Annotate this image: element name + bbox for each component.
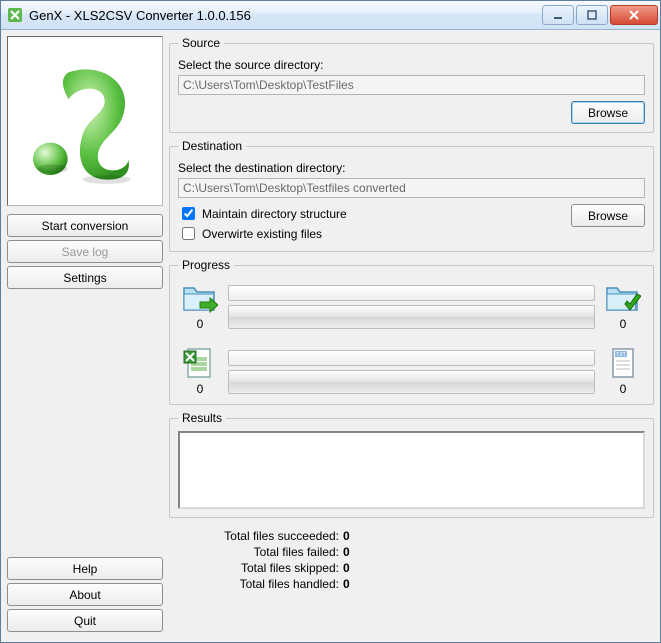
total-skipped-value: 0 bbox=[343, 560, 350, 576]
about-button[interactable]: About bbox=[7, 583, 163, 606]
window-controls bbox=[542, 5, 658, 25]
progress-bar-folder-thin bbox=[228, 285, 595, 301]
progress-bar-file bbox=[228, 370, 595, 394]
logo-box bbox=[7, 36, 163, 206]
total-handled-row: Total files handled: 0 bbox=[199, 576, 654, 592]
total-succeeded-label: Total files succeeded: bbox=[199, 528, 339, 544]
total-failed-label: Total files failed: bbox=[199, 544, 339, 560]
app-logo-icon bbox=[20, 56, 150, 186]
source-label: Select the source directory: bbox=[178, 58, 645, 72]
source-browse-button[interactable]: Browse bbox=[571, 101, 645, 124]
progress-output-folder-count: 0 bbox=[620, 317, 627, 331]
progress-bar-folder bbox=[228, 305, 595, 329]
progress-output-file-count: 0 bbox=[620, 382, 627, 396]
total-handled-label: Total files handled: bbox=[199, 576, 339, 592]
titlebar: GenX - XLS2CSV Converter 1.0.0.156 bbox=[1, 1, 660, 30]
start-conversion-button[interactable]: Start conversion bbox=[7, 214, 163, 237]
save-log-button[interactable]: Save log bbox=[7, 240, 163, 263]
total-skipped-label: Total files skipped: bbox=[199, 560, 339, 576]
maintain-structure-option[interactable]: Maintain directory structure bbox=[178, 204, 571, 223]
progress-bar-file-thin bbox=[228, 350, 595, 366]
destination-path-input[interactable] bbox=[178, 178, 645, 198]
progress-row-folders: 0 bbox=[180, 282, 643, 331]
source-legend: Source bbox=[178, 36, 224, 50]
progress-row-files: 0 TXT bbox=[180, 347, 643, 396]
svg-text:TXT: TXT bbox=[616, 352, 625, 358]
progress-group: Progress 0 bbox=[169, 258, 654, 405]
right-panel: Source Select the source directory: Brow… bbox=[169, 36, 654, 636]
quit-button[interactable]: Quit bbox=[7, 609, 163, 632]
destination-label: Select the destination directory: bbox=[178, 161, 645, 175]
progress-output-file: TXT 0 bbox=[603, 347, 643, 396]
total-failed-row: Total files failed: 0 bbox=[199, 544, 654, 560]
progress-input-file-count: 0 bbox=[197, 382, 204, 396]
progress-input-folder: 0 bbox=[180, 282, 220, 331]
folder-right-arrow-icon bbox=[182, 282, 218, 314]
progress-input-file: 0 bbox=[180, 347, 220, 396]
destination-browse-button[interactable]: Browse bbox=[571, 204, 645, 227]
progress-output-folder: 0 bbox=[603, 282, 643, 331]
overwrite-checkbox[interactable] bbox=[182, 227, 195, 240]
totals: Total files succeeded: 0 Total files fai… bbox=[199, 528, 654, 592]
total-failed-value: 0 bbox=[343, 544, 350, 560]
left-action-buttons: Start conversion Save log Settings bbox=[7, 214, 163, 289]
maintain-structure-label: Maintain directory structure bbox=[202, 207, 347, 221]
total-succeeded-row: Total files succeeded: 0 bbox=[199, 528, 654, 544]
overwrite-label: Overwirte existing files bbox=[202, 227, 322, 241]
window-body: Start conversion Save log Settings Help … bbox=[1, 30, 660, 642]
destination-options: Maintain directory structure Overwirte e… bbox=[178, 204, 571, 243]
folder-check-icon bbox=[605, 282, 641, 314]
progress-legend: Progress bbox=[178, 258, 234, 272]
results-group: Results bbox=[169, 411, 654, 518]
total-handled-value: 0 bbox=[343, 576, 350, 592]
progress-file-bars bbox=[228, 350, 595, 394]
txt-file-icon: TXT bbox=[605, 347, 641, 379]
app-window: GenX - XLS2CSV Converter 1.0.0.156 bbox=[0, 0, 661, 643]
overwrite-option[interactable]: Overwirte existing files bbox=[178, 224, 571, 243]
progress-input-folder-count: 0 bbox=[197, 317, 204, 331]
xls-file-icon bbox=[182, 347, 218, 379]
progress-folder-bars bbox=[228, 285, 595, 329]
results-legend: Results bbox=[178, 411, 226, 425]
app-icon bbox=[7, 7, 23, 23]
left-panel: Start conversion Save log Settings Help … bbox=[7, 36, 163, 636]
total-skipped-row: Total files skipped: 0 bbox=[199, 560, 654, 576]
close-button[interactable] bbox=[610, 5, 658, 25]
help-button[interactable]: Help bbox=[7, 557, 163, 580]
left-bottom-buttons: Help About Quit bbox=[7, 557, 163, 632]
maximize-button[interactable] bbox=[576, 5, 608, 25]
source-path-input[interactable] bbox=[178, 75, 645, 95]
source-group: Source Select the source directory: Brow… bbox=[169, 36, 654, 133]
destination-group: Destination Select the destination direc… bbox=[169, 139, 654, 252]
minimize-button[interactable] bbox=[542, 5, 574, 25]
maintain-structure-checkbox[interactable] bbox=[182, 207, 195, 220]
destination-legend: Destination bbox=[178, 139, 246, 153]
results-textarea[interactable] bbox=[178, 431, 645, 509]
total-succeeded-value: 0 bbox=[343, 528, 350, 544]
settings-button[interactable]: Settings bbox=[7, 266, 163, 289]
window-title: GenX - XLS2CSV Converter 1.0.0.156 bbox=[29, 8, 542, 23]
